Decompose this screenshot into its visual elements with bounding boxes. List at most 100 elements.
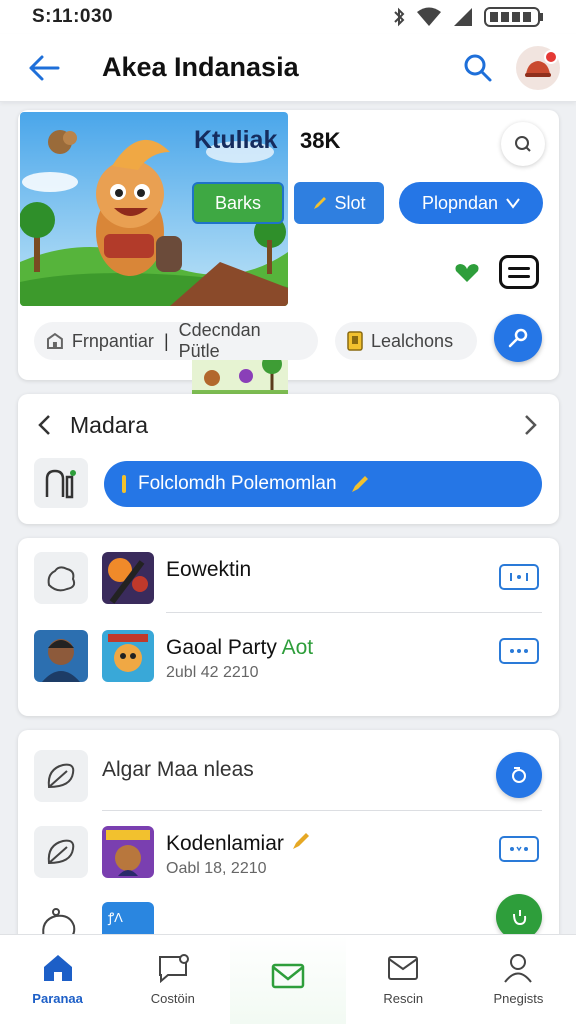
list-item-action-button[interactable] xyxy=(499,836,539,862)
list-item-subtitle: Oabl 18, 2210 xyxy=(166,860,267,877)
section-primary-button[interactable]: Folclomdh Polemomlan xyxy=(104,461,542,507)
list-item-action-button[interactable] xyxy=(499,638,539,664)
game-thumbnail xyxy=(102,826,154,878)
list-item-title: Algar Maa nleas xyxy=(102,758,254,781)
category-tag-label-b: Cdecndan Pütle xyxy=(178,320,261,361)
featured-count: 38K xyxy=(300,128,341,153)
document-icon xyxy=(347,331,363,351)
status-time: S:11:030 xyxy=(32,6,114,27)
home-icon xyxy=(43,955,72,981)
bottom-navigation: Paranaa Costöin Rescin Pnegists xyxy=(0,934,576,1024)
machine-icon xyxy=(45,469,76,499)
nav-item-profile[interactable]: Pnegists xyxy=(461,935,576,1024)
pencil-icon xyxy=(292,833,309,849)
nav-item-home[interactable]: Paranaa xyxy=(0,935,115,1024)
list-item-icon-box xyxy=(34,552,88,604)
category-tag-label-a: Frnpantiar xyxy=(71,330,154,351)
barks-button[interactable]: Barks xyxy=(192,182,284,224)
menu-button[interactable] xyxy=(499,255,539,289)
list-item-title-text: Gaoal Party xyxy=(166,636,277,659)
status-bar: S:11:030 xyxy=(0,0,576,34)
list-item[interactable]: Gaoal Party Aot 2ubl 42 2210 xyxy=(18,626,559,716)
game-thumbnail xyxy=(102,630,154,682)
lealchons-tag[interactable]: Lealchons xyxy=(335,322,477,360)
lealchons-tag-label: Lealchons xyxy=(371,330,454,351)
pencil-icon xyxy=(314,197,327,209)
list-item-icon-box xyxy=(34,826,88,878)
bar-icon xyxy=(122,475,126,493)
nav-label: Rescin xyxy=(383,991,424,1006)
list-item-title: Eowektin xyxy=(166,558,252,581)
list-item-subtitle: 2ubl 42 2210 xyxy=(166,664,259,681)
person-icon xyxy=(504,954,533,983)
nav-label: Pnegists xyxy=(493,991,544,1006)
wifi-icon xyxy=(417,7,441,26)
notification-dot xyxy=(544,49,558,64)
page-title: Akea Indanasia xyxy=(102,52,299,82)
nav-item-inbox[interactable]: Rescin xyxy=(346,935,461,1024)
featured-card: Ktuliak 38K Barks Slot Plopndan Frnpanti… xyxy=(18,110,559,400)
search-icon xyxy=(464,54,492,81)
battery-icon xyxy=(484,7,543,27)
pencil-icon xyxy=(351,476,368,492)
chat-icon xyxy=(158,954,189,983)
nav-label: Costöin xyxy=(150,991,195,1006)
list-item[interactable]: Algar Maa nleas xyxy=(18,730,559,820)
search-button[interactable] xyxy=(452,42,504,94)
user-avatar xyxy=(34,630,88,682)
menu-line xyxy=(508,266,530,270)
signal-icon xyxy=(454,8,472,26)
dots-icon xyxy=(510,573,528,581)
category-tag[interactable]: Frnpantiar | Cdecndan Pütle xyxy=(34,320,318,361)
list-item-title: Gaoal Party Aot xyxy=(166,636,313,660)
key-icon xyxy=(508,328,528,348)
divider xyxy=(102,810,542,811)
section-icon-box xyxy=(34,458,88,508)
dots-icon xyxy=(510,846,528,852)
plopndan-button[interactable]: Plopndan xyxy=(399,182,543,224)
list-item-title-text: Kodenlamiar xyxy=(166,832,284,855)
refresh-icon xyxy=(513,910,527,926)
game-thumbnail xyxy=(102,552,154,604)
heart-icon[interactable] xyxy=(454,262,480,284)
arrow-left-icon xyxy=(29,55,60,80)
key-action-button[interactable] xyxy=(494,314,542,362)
slot-button[interactable]: Slot xyxy=(294,182,384,224)
status-icons xyxy=(392,6,544,28)
slot-button-label: Slot xyxy=(334,192,366,213)
list-item[interactable]: Kodenlamiar Oabl 18, 2210 xyxy=(18,820,559,910)
search-small-icon xyxy=(515,136,531,152)
key-icon xyxy=(512,767,526,783)
mail-icon xyxy=(271,963,305,988)
bluetooth-icon xyxy=(394,7,405,27)
building-icon xyxy=(46,332,63,349)
madara-section: Madara Folclomdh Polemomlan xyxy=(18,394,559,524)
nav-item-mail[interactable] xyxy=(230,935,346,1024)
list-item-action-button[interactable] xyxy=(496,752,542,798)
leaf-icon xyxy=(47,763,75,789)
profile-avatar-button[interactable] xyxy=(516,45,560,90)
list-item-title-accent: Aot xyxy=(281,636,314,659)
list-item-title: Kodenlamiar xyxy=(166,830,312,856)
nav-item-chat[interactable]: Costöin xyxy=(115,935,230,1024)
nav-label: Paranaa xyxy=(32,991,83,1006)
app-bar: Akea Indanasia xyxy=(0,34,576,102)
tag-separator: | xyxy=(163,330,169,351)
featured-title: Ktuliak xyxy=(194,126,278,154)
chevron-down-icon xyxy=(506,198,520,209)
map-icon xyxy=(47,566,76,592)
help-button[interactable] xyxy=(501,122,545,166)
list-item-icon-box xyxy=(34,750,88,802)
list-item[interactable]: Eowektin xyxy=(18,538,559,628)
back-button[interactable] xyxy=(14,38,74,98)
menu-line xyxy=(508,274,530,278)
list-item-action-button[interactable] xyxy=(499,564,539,590)
section-title: Madara xyxy=(70,412,148,438)
divider xyxy=(166,612,542,613)
section-button-label: Folclomdh Polemomlan xyxy=(138,473,337,494)
plopndan-button-label: Plopndan xyxy=(421,192,499,213)
chevron-left-icon[interactable] xyxy=(34,412,56,438)
chevron-right-icon[interactable] xyxy=(519,412,541,438)
inbox-icon xyxy=(388,956,419,980)
leaf-icon xyxy=(47,839,75,865)
